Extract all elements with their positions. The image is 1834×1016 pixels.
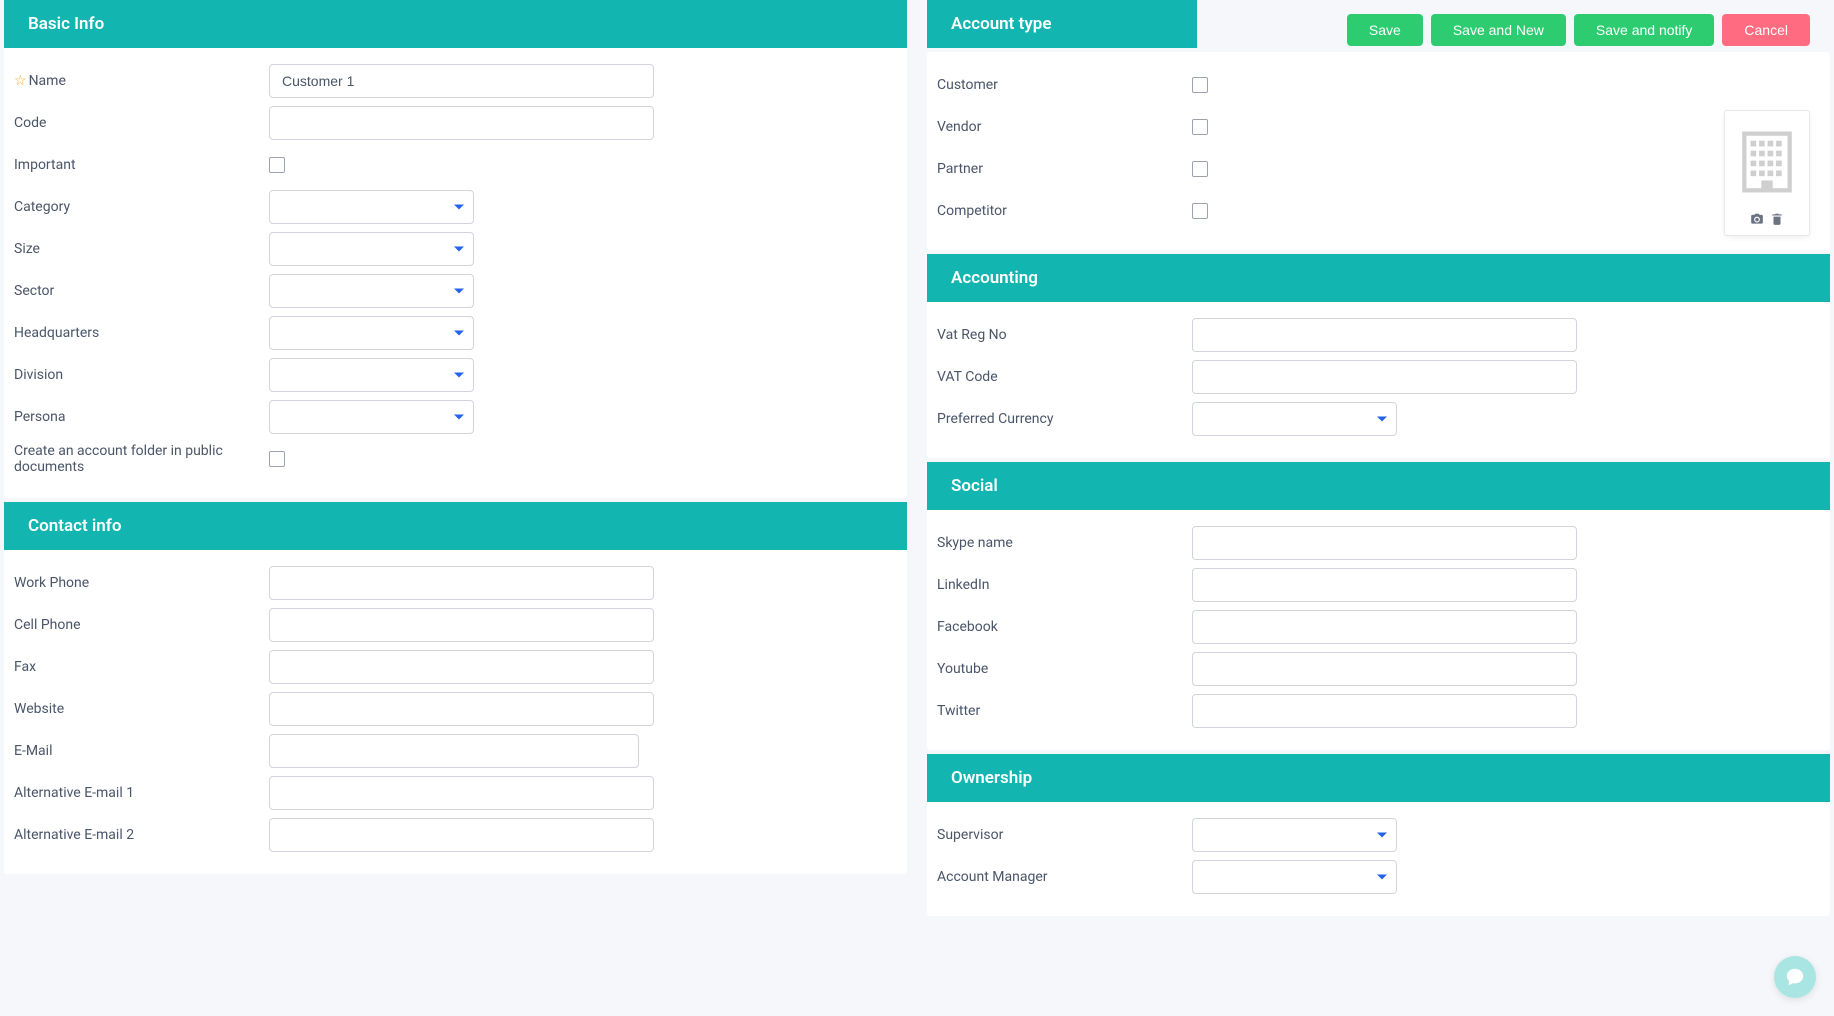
label-division: Division xyxy=(14,367,63,383)
label-account-manager: Account Manager xyxy=(937,869,1048,885)
alt-email-1-input[interactable] xyxy=(269,776,654,810)
label-vat-code: VAT Code xyxy=(937,369,998,385)
section-header-contact-info: Contact info xyxy=(4,502,907,550)
label-supervisor: Supervisor xyxy=(937,827,1003,843)
label-name: Name xyxy=(29,73,66,89)
label-headquarters: Headquarters xyxy=(14,325,99,341)
section-header-accounting: Accounting xyxy=(927,254,1830,302)
code-input[interactable] xyxy=(269,106,654,140)
name-input[interactable] xyxy=(269,64,654,98)
left-column: Basic Info ☆Name Code Important Category… xyxy=(4,0,907,918)
create-folder-checkbox[interactable] xyxy=(269,451,285,467)
section-social: Social Skype name LinkedIn Facebook Yout… xyxy=(927,462,1830,750)
supervisor-select[interactable] xyxy=(1192,818,1397,852)
camera-icon[interactable] xyxy=(1750,212,1764,230)
cell-phone-input[interactable] xyxy=(269,608,654,642)
division-select[interactable] xyxy=(269,358,474,392)
required-star-icon: ☆ xyxy=(14,73,27,89)
section-basic-info: Basic Info ☆Name Code Important Category… xyxy=(4,0,907,498)
label-vat-reg-no: Vat Reg No xyxy=(937,327,1007,343)
facebook-input[interactable] xyxy=(1192,610,1577,644)
logo-upload-box xyxy=(1724,110,1810,236)
work-phone-input[interactable] xyxy=(269,566,654,600)
customer-checkbox[interactable] xyxy=(1192,77,1208,93)
section-accounting: Accounting Vat Reg No VAT Code Preferred… xyxy=(927,254,1830,458)
fax-input[interactable] xyxy=(269,650,654,684)
label-skype: Skype name xyxy=(937,535,1013,551)
partner-checkbox[interactable] xyxy=(1192,161,1208,177)
label-important: Important xyxy=(14,157,76,173)
label-website: Website xyxy=(14,701,64,717)
vat-reg-no-input[interactable] xyxy=(1192,318,1577,352)
important-checkbox[interactable] xyxy=(269,157,285,173)
alt-email-2-input[interactable] xyxy=(269,818,654,852)
save-and-notify-button[interactable]: Save and notify xyxy=(1574,14,1715,46)
label-cell-phone: Cell Phone xyxy=(14,617,81,633)
preferred-currency-select[interactable] xyxy=(1192,402,1397,436)
action-bar: Save Save and New Save and notify Cancel xyxy=(1347,0,1810,60)
label-alt-email-2: Alternative E-mail 2 xyxy=(14,827,134,843)
competitor-checkbox[interactable] xyxy=(1192,203,1208,219)
label-code: Code xyxy=(14,115,46,131)
section-contact-info: Contact info Work Phone Cell Phone Fax W… xyxy=(4,502,907,874)
label-linkedin: LinkedIn xyxy=(937,577,990,593)
linkedin-input[interactable] xyxy=(1192,568,1577,602)
label-competitor: Competitor xyxy=(937,203,1007,219)
account-manager-select[interactable] xyxy=(1192,860,1397,894)
label-customer: Customer xyxy=(937,77,998,93)
label-vendor: Vendor xyxy=(937,119,981,135)
section-header-ownership: Ownership xyxy=(927,754,1830,802)
label-twitter: Twitter xyxy=(937,703,980,719)
save-button[interactable]: Save xyxy=(1347,14,1423,46)
youtube-input[interactable] xyxy=(1192,652,1577,686)
sector-select[interactable] xyxy=(269,274,474,308)
website-input[interactable] xyxy=(269,692,654,726)
label-size: Size xyxy=(14,241,40,257)
skype-input[interactable] xyxy=(1192,526,1577,560)
label-facebook: Facebook xyxy=(937,619,998,635)
save-and-new-button[interactable]: Save and New xyxy=(1431,14,1566,46)
label-fax: Fax xyxy=(14,659,36,675)
label-persona: Persona xyxy=(14,409,65,425)
vendor-checkbox[interactable] xyxy=(1192,119,1208,135)
trash-icon[interactable] xyxy=(1770,212,1784,230)
label-category: Category xyxy=(14,199,70,215)
label-work-phone: Work Phone xyxy=(14,575,89,591)
headquarters-select[interactable] xyxy=(269,316,474,350)
label-youtube: Youtube xyxy=(937,661,988,677)
section-account-type-body: Customer Vendor Partner Competitor xyxy=(927,52,1830,250)
label-alt-email-1: Alternative E-mail 1 xyxy=(14,785,134,801)
building-icon xyxy=(1730,116,1804,208)
twitter-input[interactable] xyxy=(1192,694,1577,728)
label-preferred-currency: Preferred Currency xyxy=(937,411,1053,427)
section-ownership: Ownership Supervisor Account Manager xyxy=(927,754,1830,916)
category-select[interactable] xyxy=(269,190,474,224)
label-create-folder: Create an account folder in public docum… xyxy=(14,443,269,475)
cancel-button[interactable]: Cancel xyxy=(1722,14,1810,46)
vat-code-input[interactable] xyxy=(1192,360,1577,394)
chat-fab[interactable] xyxy=(1774,956,1816,998)
persona-select[interactable] xyxy=(269,400,474,434)
section-account-type: Account type xyxy=(927,0,1197,48)
label-email: E-Mail xyxy=(14,743,52,759)
label-sector: Sector xyxy=(14,283,54,299)
section-header-social: Social xyxy=(927,462,1830,510)
right-column: Account type Customer Vendor Partner Com… xyxy=(927,0,1830,918)
label-partner: Partner xyxy=(937,161,983,177)
size-select[interactable] xyxy=(269,232,474,266)
chat-icon xyxy=(1784,966,1806,988)
section-header-account-type: Account type xyxy=(927,0,1197,48)
section-header-basic-info: Basic Info xyxy=(4,0,907,48)
email-input[interactable] xyxy=(269,734,639,768)
